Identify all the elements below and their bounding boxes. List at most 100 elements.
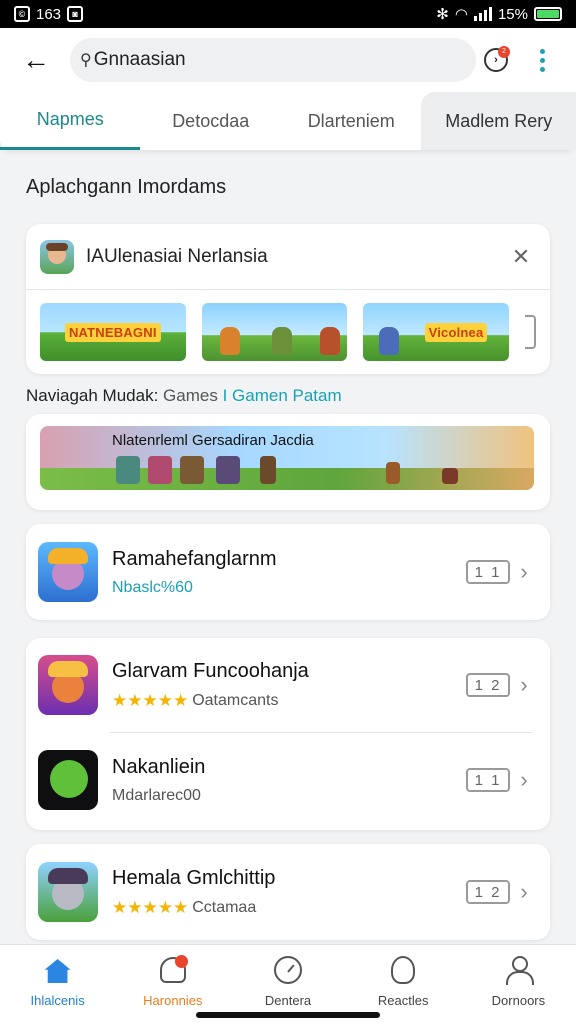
navigation-line: Naviagah Mudak: Games I Gamen Patam: [26, 386, 342, 406]
feature-banner-text: Nlatenrleml Gersadiran Jacdia: [112, 432, 314, 449]
app-card: Glarvam Funcoohanja ★★★★★ Oatamcants 1 2…: [26, 638, 550, 830]
notification-button[interactable]: › 2: [476, 40, 516, 80]
back-arrow-icon[interactable]: ←: [14, 38, 58, 82]
app-icon: [38, 542, 98, 602]
chevron-right-icon[interactable]: ›: [510, 767, 538, 793]
app-row[interactable]: Hemala Gmlchittip ★★★★★ Cctamaa 1 2 ›: [26, 844, 550, 940]
game-tile-icon: [116, 456, 140, 484]
bluetooth-icon: ✻: [436, 6, 449, 23]
tab-madlem-rery[interactable]: Madlem Rery: [421, 92, 576, 150]
app-icon-hat: [48, 548, 88, 564]
feature-banner: Nlatenrleml Gersadiran Jacdia: [40, 426, 534, 490]
chevron-right-icon[interactable]: ›: [510, 879, 538, 905]
promo-card: IAUlenasiai Nerlansia ✕ NATNEBAGNI Vicol…: [26, 224, 550, 374]
app-icon-face: [50, 760, 88, 798]
chevron-right-icon[interactable]: ›: [510, 559, 538, 585]
game-tile-icon: [180, 456, 204, 484]
search-row: ← ⚲ › 2: [0, 28, 576, 92]
app-counter: 1 1: [466, 768, 510, 792]
nav-label: Dornoors: [491, 993, 546, 1008]
app-row[interactable]: Nakanliein Mdarlarec00 1 1 ›: [26, 733, 550, 827]
search-box[interactable]: ⚲: [70, 38, 476, 82]
app-header: ← ⚲ › 2 Napmes Detocdaa Dlarteniem Madle…: [0, 28, 576, 150]
search-input[interactable]: [93, 49, 424, 71]
promo-title: IAUlenasiai Nerlansia: [86, 245, 268, 267]
app-meta: Nakanliein Mdarlarec00: [112, 756, 466, 805]
navigation-link[interactable]: Gamen Patam: [232, 386, 342, 405]
section-title: Aplachgann Imordams: [26, 176, 227, 198]
app-name: Ramahefanglarnm: [112, 547, 277, 570]
bell-icon: [158, 955, 188, 985]
tab-napmes[interactable]: Napmes: [0, 92, 141, 150]
feature-banner-card[interactable]: Nlatenrleml Gersadiran Jacdia: [26, 414, 550, 510]
character-icon: [379, 327, 400, 355]
game-tile-icon: [148, 456, 172, 484]
app-icon-hat: [48, 868, 88, 884]
star-rating-icon: ★★★★★: [112, 690, 189, 710]
navigation-games[interactable]: Games: [163, 386, 218, 405]
home-icon: [43, 955, 73, 985]
character-icon: [319, 327, 340, 355]
tab-detocdaa[interactable]: Detocdaa: [140, 92, 280, 150]
more-options-icon[interactable]: [522, 40, 562, 80]
flame-icon: [388, 955, 418, 985]
home-indicator[interactable]: [196, 1012, 380, 1018]
promo-avatar: [40, 239, 74, 274]
app-name: Nakanliein: [112, 755, 206, 778]
app-icon-hat: [48, 661, 88, 677]
banner-ground: [40, 468, 534, 490]
app-icon: [38, 655, 98, 715]
status-left-text: 163: [36, 5, 62, 23]
status-left: © 163 ◙: [14, 5, 84, 23]
notification-badge: 2: [498, 46, 510, 58]
navigation-prefix: Naviagah Mudak:: [26, 386, 159, 405]
promo-header: IAUlenasiai Nerlansia ✕: [26, 224, 550, 290]
navigation-separator: I: [222, 386, 228, 405]
close-icon[interactable]: ✕: [506, 244, 536, 270]
chevron-right-icon[interactable]: ›: [510, 672, 538, 698]
app-rating: ★★★★★ Cctamaa: [112, 898, 466, 918]
promo-banner-3[interactable]: Vicolnea: [363, 303, 509, 361]
app-counter: 1 1: [466, 560, 510, 584]
status-right: ✻ ◠ 15%: [436, 5, 562, 23]
status-bar: © 163 ◙ ✻ ◠ 15%: [0, 0, 576, 28]
character-icon: [260, 456, 276, 484]
nav-item-home[interactable]: Ihlalcenis: [0, 945, 115, 1024]
app-meta: Glarvam Funcoohanja ★★★★★ Oatamcants: [112, 660, 466, 711]
app-subtitle: Mdarlarec00: [112, 786, 201, 804]
app-icon: [38, 862, 98, 922]
nav-item-profile[interactable]: Dornoors: [461, 945, 576, 1024]
promo-banner-2[interactable]: [201, 303, 348, 361]
star-rating-icon: ★★★★★: [112, 897, 189, 917]
scroll-right-icon[interactable]: [524, 315, 536, 349]
app-name: Hemala Gmlchittip: [112, 866, 276, 889]
app-row[interactable]: Glarvam Funcoohanja ★★★★★ Oatamcants 1 2…: [26, 638, 550, 732]
battery-icon: [534, 7, 562, 21]
app-subtitle: Oatamcants: [192, 691, 279, 709]
app-meta: Ramahefanglarnm Nbaslc%60: [112, 548, 466, 597]
app-notification-icon: ©: [14, 6, 30, 22]
promo-banner-1[interactable]: NATNEBAGNI: [40, 303, 186, 361]
app-row[interactable]: Ramahefanglarnm Nbaslc%60 1 1 ›: [26, 524, 550, 620]
nav-label: Ihlalcenis: [30, 993, 85, 1008]
app-icon: [38, 750, 98, 810]
app-card: Ramahefanglarnm Nbaslc%60 1 1 ›: [26, 524, 550, 620]
app-counter: 1 2: [466, 673, 510, 697]
search-icon: ⚲: [80, 52, 92, 69]
nav-label: Dentera: [264, 993, 312, 1008]
app-subtitle: Cctamaa: [192, 898, 257, 916]
tab-dlarteniem[interactable]: Dlarteniem: [281, 92, 421, 150]
wifi-icon: ◠: [454, 6, 468, 23]
clock-icon: [273, 955, 303, 985]
promo-banners: NATNEBAGNI Vicolnea: [26, 290, 550, 374]
battery-percent: 15%: [497, 5, 528, 23]
promo-banner-1-label: NATNEBAGNI: [64, 322, 161, 342]
app-counter: 1 2: [466, 880, 510, 904]
game-tile-icon: [216, 456, 240, 484]
nav-label: Reactles: [377, 993, 429, 1008]
app-rating: ★★★★★ Oatamcants: [112, 691, 466, 711]
signal-icon: [473, 7, 492, 21]
character-icon: [219, 327, 240, 355]
app-subtitle: Nbaslc%60: [112, 578, 193, 596]
nav-label: Haronnies: [143, 993, 203, 1008]
